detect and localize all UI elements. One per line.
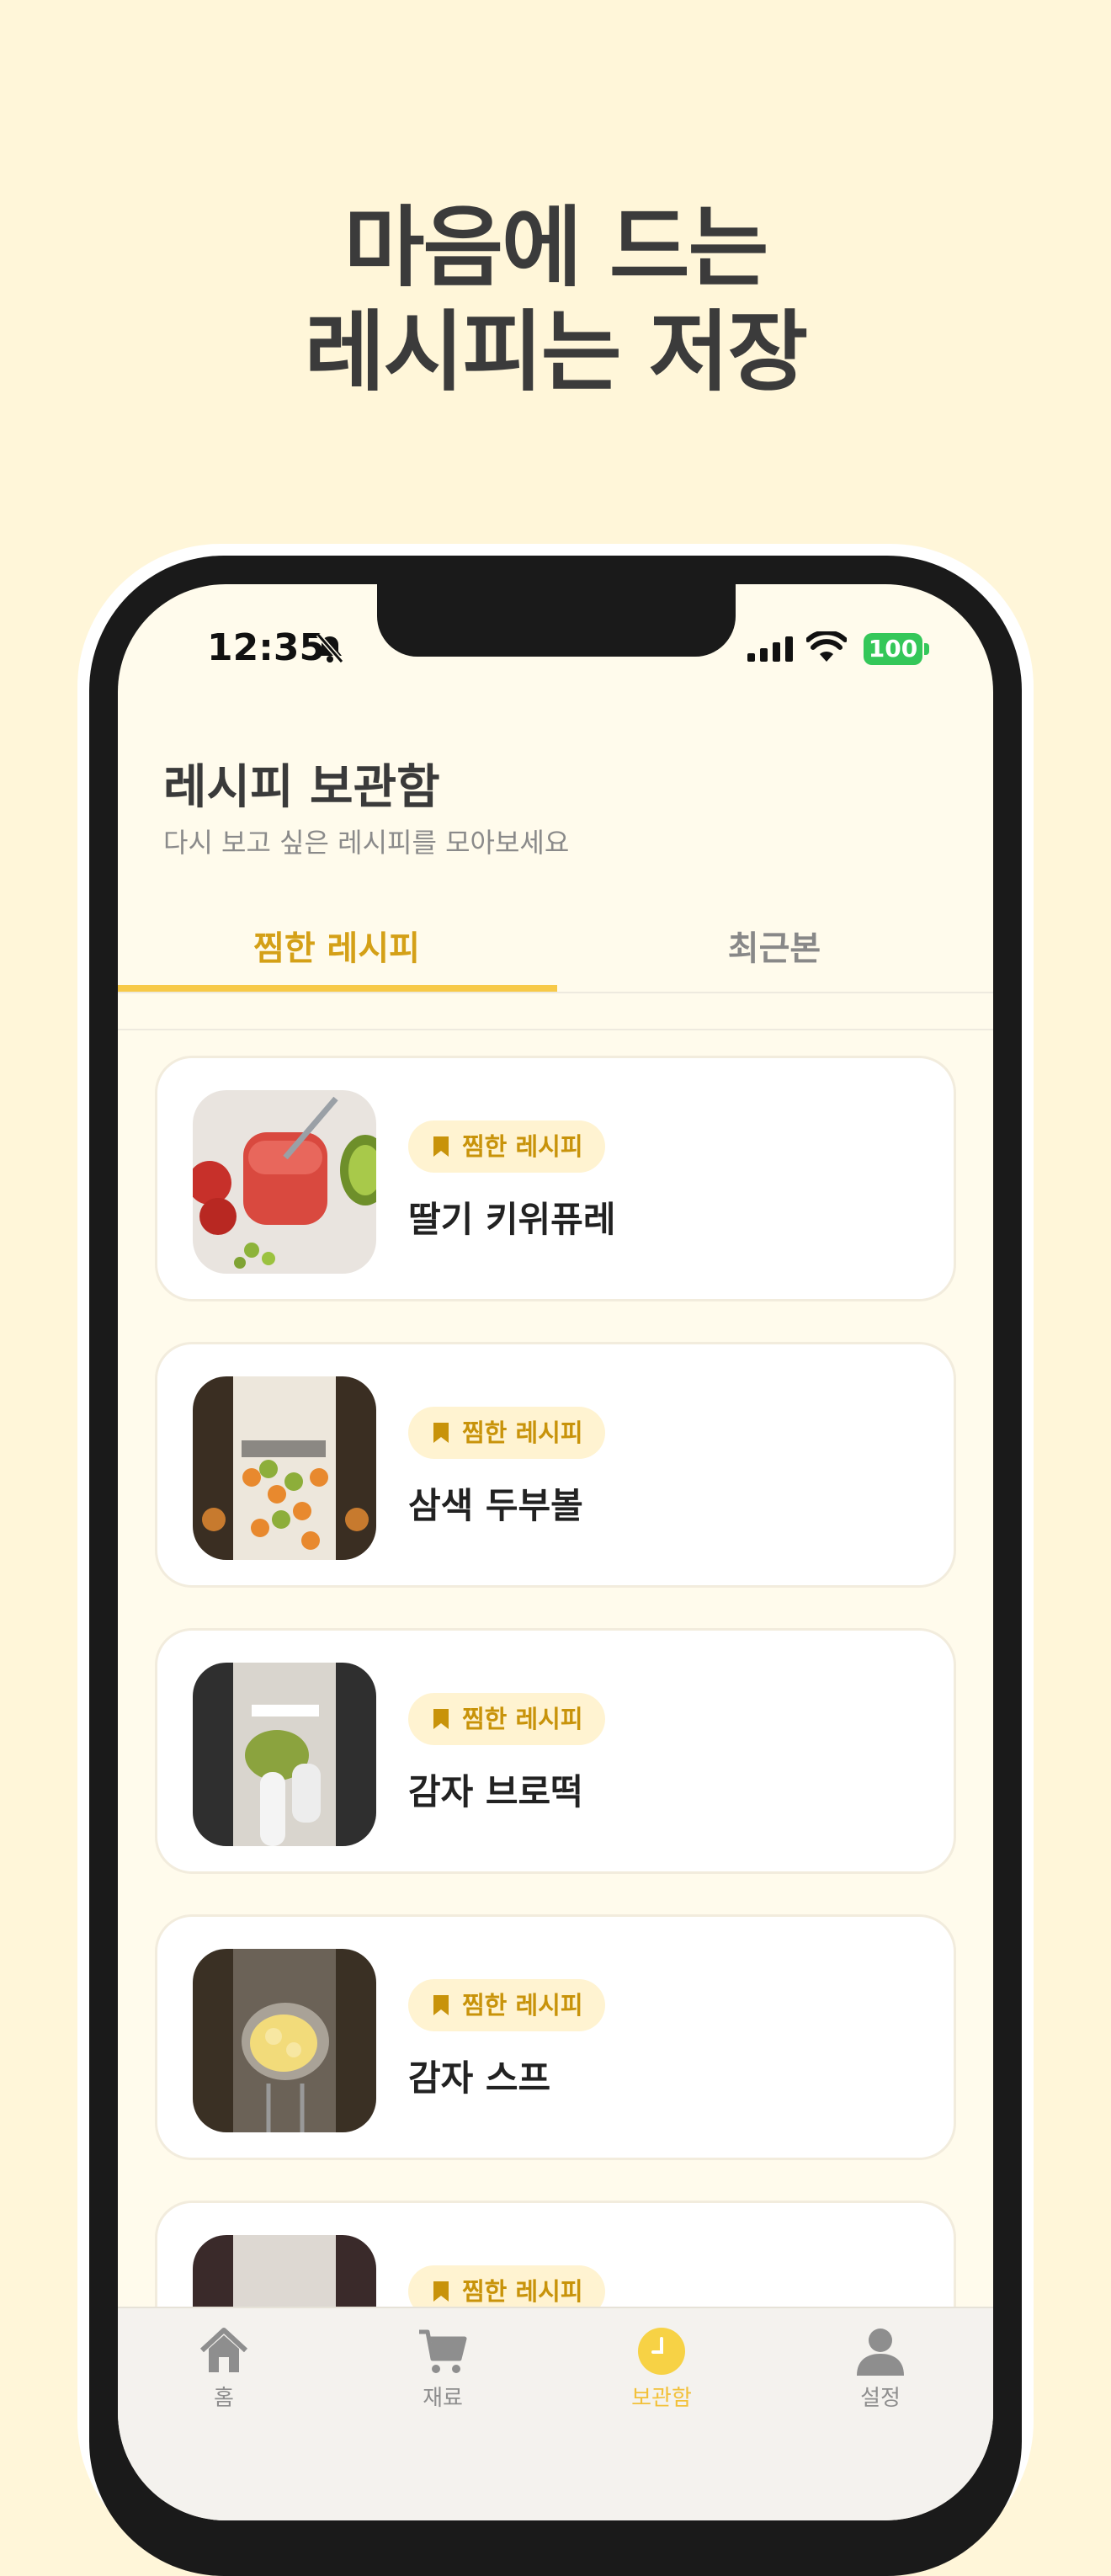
list-divider (118, 1029, 993, 1030)
saved-badge: 찜한 레시피 (408, 1693, 605, 1745)
recipe-card[interactable]: 찜한 레시피 감자 스프 (155, 1914, 956, 2160)
saved-badge-label: 찜한 레시피 (462, 1991, 583, 2020)
tabbar-item-home[interactable]: 홈 (148, 2325, 300, 2412)
tabbar-label-storage: 보관함 (631, 2386, 692, 2411)
status-time: 12:35 (207, 626, 326, 669)
bookmark-icon (433, 2281, 449, 2302)
tabbar-item-ingredients[interactable]: 재료 (367, 2325, 518, 2412)
person-icon (857, 2329, 904, 2376)
home-icon (199, 2328, 248, 2372)
recipe-thumbnail-potato-soup (193, 1949, 376, 2132)
bookmark-icon (433, 1136, 449, 1157)
tab-divider (118, 992, 993, 993)
recipe-title: 감자 스프 (408, 2057, 551, 2099)
recipe-thumbnail-tofu-balls (193, 1376, 376, 1560)
recipe-title: 감자 브로떡 (408, 1771, 583, 1812)
headline-line-1: 마음에 드는 (343, 196, 769, 299)
tabbar-label-settings: 설정 (860, 2386, 901, 2411)
notch (377, 584, 736, 657)
headline-line-2: 레시피는 저장 (304, 301, 808, 403)
recipe-thumbnail-potato-broccoli-rice-cake (193, 1663, 376, 1846)
bookmark-icon (433, 1423, 449, 1443)
saved-badge: 찜한 레시피 (408, 1979, 605, 2031)
recipe-card[interactable]: 찜한 레시피 감자 브로떡 (155, 1628, 956, 1874)
active-tab-indicator (118, 985, 557, 992)
recipe-card[interactable]: 찜한 레시피 삼색 두부볼 (155, 1342, 956, 1588)
bookmark-icon (433, 1709, 449, 1729)
tab-saved-recipes[interactable]: 찜한 레시피 (118, 921, 556, 970)
page-title: 레시피 보관함 (163, 760, 440, 815)
bottom-tab-bar: 홈 재료 보관함 설정 (118, 2307, 993, 2520)
tab-recently-viewed[interactable]: 최근본 (556, 921, 993, 970)
bell-muted-icon (316, 633, 344, 663)
tabbar-item-settings[interactable]: 설정 (805, 2325, 956, 2412)
saved-badge: 찜한 레시피 (408, 1120, 605, 1173)
wifi-icon (806, 631, 847, 662)
recipe-title: 딸기 키위퓨레 (408, 1199, 616, 1240)
bookmark-icon (433, 1995, 449, 2015)
saved-badge-label: 찜한 레시피 (462, 1418, 583, 1447)
tabbar-label-ingredients: 재료 (423, 2386, 463, 2411)
saved-badge: 찜한 레시피 (408, 1407, 605, 1459)
recipe-thumbnail-strawberry-kiwi (193, 1090, 376, 1274)
clock-icon (638, 2328, 685, 2375)
recipe-card[interactable]: 찜한 레시피 딸기 키위퓨레 (155, 1056, 956, 1301)
promo-headline: 마음에 드는 레시피는 저장 (0, 195, 1111, 404)
tabbar-label-home: 홈 (214, 2386, 234, 2411)
cellular-signal-icon (747, 636, 793, 662)
tabbar-item-storage[interactable]: 보관함 (586, 2325, 737, 2412)
cart-icon (419, 2329, 467, 2373)
saved-badge-label: 찜한 레시피 (462, 1705, 583, 1733)
battery-tip (924, 643, 929, 655)
saved-badge-label: 찜한 레시피 (462, 2277, 583, 2306)
page-subtitle: 다시 보고 싶은 레시피를 모아보세요 (163, 827, 570, 859)
phone-screen: 12:35 100 레시피 보관함 다시 보고 싶은 레시피를 모아보세요 찜한… (118, 584, 993, 2520)
battery-indicator: 100 (864, 633, 922, 665)
recipe-title: 삼색 두부볼 (408, 1485, 583, 1526)
saved-badge-label: 찜한 레시피 (462, 1132, 583, 1161)
